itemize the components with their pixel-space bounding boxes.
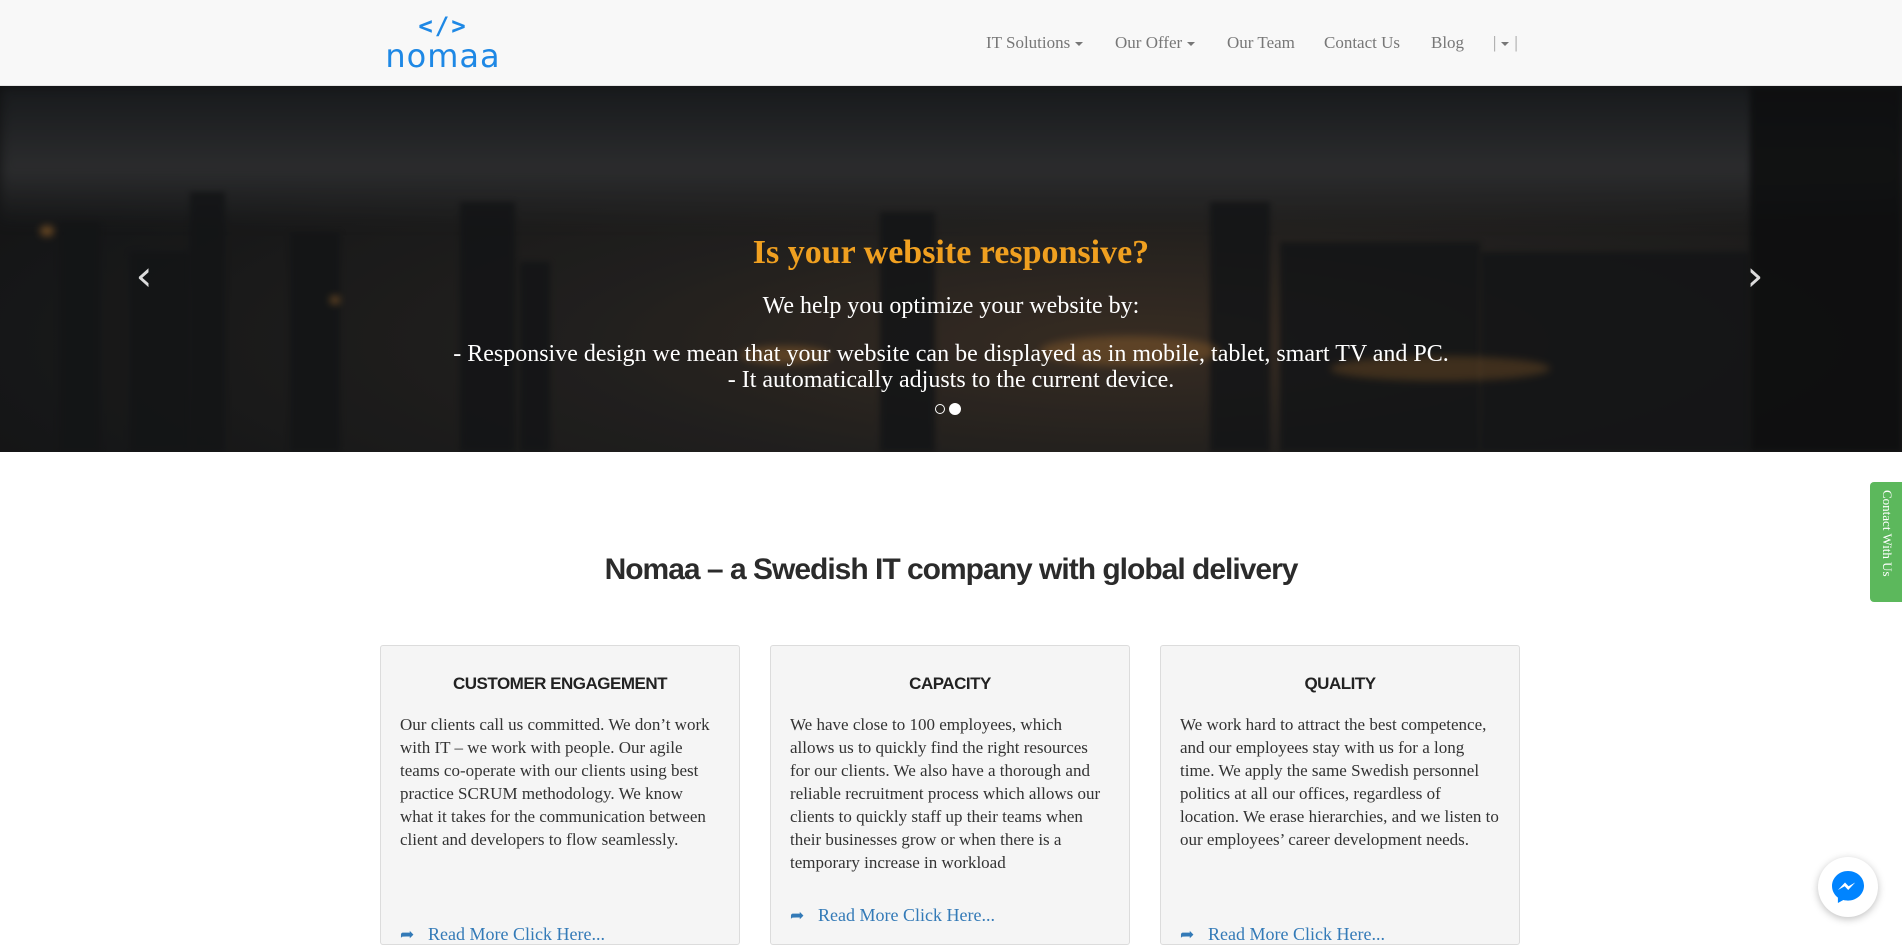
share-arrow-icon: ➦ — [400, 925, 415, 945]
hero-subtitle: We help you optimize your website by: — [762, 293, 1140, 319]
feature-card: CAPACITY We have close to 100 employees,… — [770, 645, 1130, 945]
section-title: Nomaa – a Swedish IT company with global… — [604, 553, 1299, 586]
messenger-icon — [1832, 871, 1864, 903]
language-separator: | — [1493, 33, 1497, 52]
carousel-indicator-active[interactable] — [949, 403, 961, 415]
read-more-link[interactable]: ➦ Read More Click Here... — [1180, 924, 1385, 945]
nav-it-solutions[interactable]: IT Solutions — [986, 33, 1084, 53]
hero-carousel: Is your website responsive? We help you … — [0, 86, 1902, 452]
nav-contact-us[interactable]: Contact Us — [1324, 33, 1400, 53]
caret-down-icon — [1187, 42, 1196, 47]
nav-our-team[interactable]: Our Team — [1227, 33, 1295, 53]
chevron-left-icon: ‹ — [135, 251, 153, 300]
nav-item-label: Our Offer — [1115, 33, 1183, 52]
card-title: QUALITY — [1304, 674, 1376, 693]
card-text: We work hard to attract the best compete… — [1180, 715, 1499, 849]
nav-item-label: Contact Us — [1324, 33, 1401, 52]
feature-card: CUSTOMER ENGAGEMENT Our clients call us … — [380, 645, 740, 945]
nav-item-label: Our Team — [1227, 33, 1295, 52]
card-text: We have close to 100 employees, which al… — [790, 715, 1101, 872]
caret-down-icon — [1501, 42, 1510, 47]
hero-title: Is your website responsive? — [752, 234, 1150, 271]
nomaa-logo[interactable]: </> nomaa — [382, 12, 504, 76]
nav-item-label: IT Solutions — [986, 33, 1071, 52]
language-separator: | — [1514, 33, 1518, 52]
share-arrow-icon: ➦ — [790, 906, 805, 926]
share-arrow-icon: ➦ — [1180, 925, 1195, 945]
read-more-link[interactable]: ➦ Read More Click Here... — [400, 924, 605, 945]
contact-tab-label: Contact With Us — [1880, 490, 1895, 577]
card-text: Our clients call us committed. We don’t … — [400, 715, 710, 849]
carousel-next-button[interactable]: › — [1735, 255, 1775, 297]
hero-line-1: - Responsive design we mean that your we… — [453, 341, 1449, 367]
contact-with-us-tab[interactable]: Contact With Us — [1870, 482, 1902, 602]
hero-line-2: - It automatically adjusts to the curren… — [727, 367, 1175, 393]
language-selector[interactable]: | | — [1493, 33, 1518, 53]
logo-wordmark: nomaa — [385, 37, 501, 75]
read-more-label: Read More Click Here... — [1208, 924, 1385, 944]
carousel-indicators — [935, 403, 961, 415]
carousel-indicator[interactable] — [935, 404, 945, 414]
messenger-chat-button[interactable] — [1818, 857, 1878, 917]
read-more-label: Read More Click Here... — [818, 905, 995, 925]
nav-our-offer[interactable]: Our Offer — [1115, 33, 1196, 53]
read-more-link[interactable]: ➦ Read More Click Here... — [790, 905, 995, 926]
card-title: CUSTOMER ENGAGEMENT — [452, 674, 668, 693]
read-more-label: Read More Click Here... — [428, 924, 605, 944]
card-title: CAPACITY — [909, 674, 991, 693]
chevron-right-icon: › — [1746, 251, 1764, 300]
top-navbar: </> nomaa IT Solutions Our Offer Our Tea… — [0, 0, 1902, 86]
logo-code-icon: </> — [418, 12, 468, 40]
feature-card: QUALITY We work hard to attract the best… — [1160, 645, 1520, 945]
nav-item-label: Blog — [1431, 33, 1465, 52]
carousel-prev-button[interactable]: ‹ — [124, 255, 164, 297]
nav-blog[interactable]: Blog — [1431, 33, 1464, 53]
caret-down-icon — [1075, 42, 1084, 47]
